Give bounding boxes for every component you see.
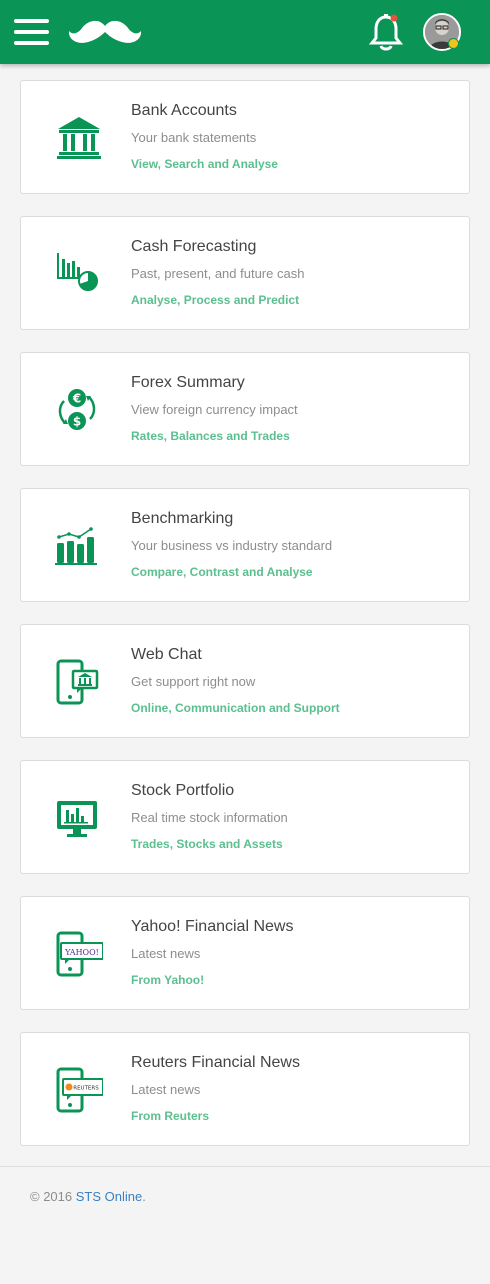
card-description: Latest news <box>131 1082 201 1097</box>
footer-link-sts-online[interactable]: STS Online <box>76 1189 142 1204</box>
card-forex-summary[interactable]: € $ Forex Summary View foreign currency … <box>20 352 470 466</box>
monitor-chart-icon <box>57 801 97 837</box>
card-web-chat[interactable]: Web Chat Get support right now Online, C… <box>20 624 470 738</box>
reuters-logo-text: REUTERS <box>73 1086 99 1092</box>
status-indicator <box>448 38 459 49</box>
card-link[interactable]: Trades, Stocks and Assets <box>131 837 283 851</box>
mobile-chat-icon <box>56 659 99 705</box>
footer: © 2016 STS Online. <box>30 1189 146 1204</box>
card-description: Latest news <box>131 946 201 961</box>
card-title: Bank Accounts <box>131 102 237 119</box>
card-link[interactable]: Rates, Balances and Trades <box>131 429 290 443</box>
card-yahoo-news[interactable]: YAHOO! Yahoo! Financial News Latest news… <box>20 896 470 1010</box>
top-app-bar <box>0 0 490 64</box>
card-title: Stock Portfolio <box>131 782 235 799</box>
forecast-chart-icon <box>57 253 98 291</box>
card-description: View foreign currency impact <box>131 402 298 417</box>
card-reuters-news[interactable]: REUTERS Reuters Financial News Latest ne… <box>20 1032 470 1146</box>
card-benchmarking[interactable]: Benchmarking Your business vs industry s… <box>20 488 470 602</box>
svg-text:$: $ <box>73 415 81 429</box>
card-description: Your business vs industry standard <box>131 538 333 553</box>
yahoo-news-icon: YAHOO! <box>56 931 103 977</box>
bank-icon <box>57 117 101 159</box>
card-title: Yahoo! Financial News <box>131 918 294 935</box>
card-link[interactable]: View, Search and Analyse <box>131 157 278 171</box>
card-description: Past, present, and future cash <box>131 266 305 281</box>
yahoo-logo-text: YAHOO! <box>64 948 99 957</box>
card-link[interactable]: From Reuters <box>131 1109 209 1123</box>
card-title: Cash Forecasting <box>131 238 257 255</box>
card-link[interactable]: Compare, Contrast and Analyse <box>131 565 313 579</box>
footer-suffix: . <box>142 1189 146 1204</box>
card-description: Get support right now <box>131 674 256 689</box>
copyright-text: © 2016 <box>30 1189 76 1204</box>
card-stock-portfolio[interactable]: Stock Portfolio Real time stock informat… <box>20 760 470 874</box>
bell-icon[interactable] <box>368 12 404 52</box>
footer-divider <box>0 1166 490 1167</box>
reuters-news-icon: REUTERS <box>56 1067 103 1113</box>
card-link[interactable]: Analyse, Process and Predict <box>131 293 299 307</box>
card-title: Benchmarking <box>131 510 234 527</box>
card-link[interactable]: Online, Communication and Support <box>131 701 340 715</box>
svg-text:€: € <box>72 392 81 406</box>
user-avatar[interactable] <box>423 13 461 51</box>
currency-exchange-icon: € $ <box>58 389 96 430</box>
card-title: Reuters Financial News <box>131 1054 300 1071</box>
card-description: Real time stock information <box>131 810 288 825</box>
dashboard-card-list: Bank Accounts Your bank statements View,… <box>20 80 470 1168</box>
benchmark-chart-icon <box>55 527 97 565</box>
card-cash-forecasting[interactable]: Cash Forecasting Past, present, and futu… <box>20 216 470 330</box>
card-title: Web Chat <box>131 646 202 663</box>
mustache-logo-icon[interactable] <box>68 18 142 46</box>
card-title: Forex Summary <box>131 374 245 391</box>
card-description: Your bank statements <box>131 130 257 145</box>
card-link[interactable]: From Yahoo! <box>131 973 204 987</box>
hamburger-menu-icon[interactable] <box>14 19 50 45</box>
card-bank-accounts[interactable]: Bank Accounts Your bank statements View,… <box>20 80 470 194</box>
